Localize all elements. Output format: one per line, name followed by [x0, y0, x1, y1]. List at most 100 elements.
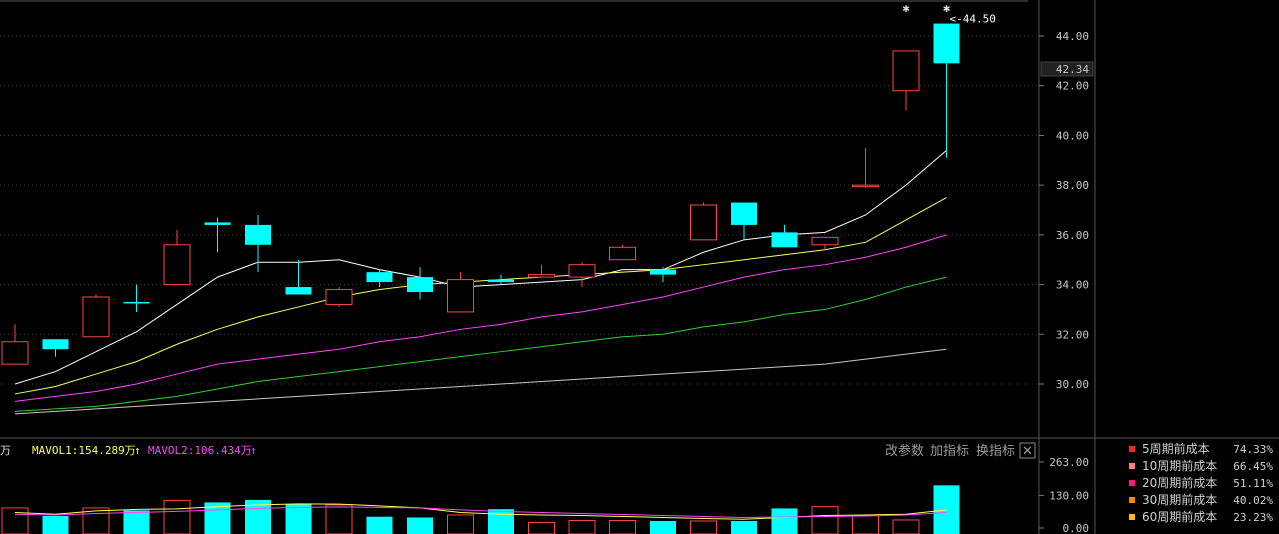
price-grid: [0, 35, 1038, 385]
legend-swatch: [1129, 446, 1135, 452]
legend-swatch: [1129, 514, 1135, 520]
candle-body: [82, 296, 110, 338]
candle: [407, 267, 433, 300]
volume-bar: [690, 520, 717, 534]
candle: [771, 224, 798, 248]
volume-bar: [568, 519, 596, 534]
candle: [42, 339, 69, 357]
legend-swatch: [1129, 480, 1135, 486]
candle: [447, 272, 474, 313]
volume-bar: [366, 516, 393, 534]
candle-body: [528, 274, 555, 278]
legend-label: 20周期前成本: [1142, 475, 1217, 490]
ma-line-1: [14, 197, 947, 395]
volume-ma-lines: [14, 503, 947, 520]
candle: [163, 229, 191, 286]
volume-bar: [731, 520, 757, 534]
volume-unit: 万: [0, 444, 11, 457]
volume-bar: [1, 507, 29, 534]
price-tick-label: 36.00: [1056, 229, 1089, 242]
legend-label: 60周期前成本: [1142, 509, 1217, 524]
candle-body: [892, 50, 920, 92]
candle-body: [650, 269, 676, 275]
legend-label: 10周期前成本: [1142, 458, 1217, 473]
legend-percent: 51.11%: [1233, 477, 1273, 490]
mavol1-label: MAVOL1:154.289万: [32, 444, 136, 457]
price-tick-label: 42.00: [1056, 80, 1089, 93]
legend-swatch: [1129, 497, 1135, 503]
volume-bar: [650, 520, 676, 534]
legend-swatch: [1129, 463, 1135, 469]
switch-indicator-button[interactable]: 换指标: [976, 444, 1015, 459]
candle: [892, 50, 920, 111]
current-price-tag: 42.34: [1040, 61, 1094, 77]
cost-legend-item: 60周期前成本 23.23%: [1129, 509, 1273, 524]
legend-percent: 40.02%: [1233, 494, 1273, 507]
candle: [933, 23, 960, 158]
candle: [609, 244, 636, 261]
volume-bar: [933, 485, 960, 534]
volume-bar: [852, 514, 879, 534]
candle-body: [123, 301, 150, 304]
volume-bar: [163, 499, 191, 534]
candle: [1, 324, 29, 365]
candle-body: [852, 184, 879, 188]
volume-bar: [488, 509, 514, 534]
price-axis: 44.00 42.00 40.00 38.00 36.00 34.00 32.00 30.00: [1039, 30, 1089, 391]
volume-tick-label: 263.00: [1049, 456, 1089, 469]
candle-body: [690, 204, 717, 241]
volume-bar: [528, 521, 555, 534]
legend-label: 30周期前成本: [1142, 492, 1217, 507]
candle-body: [407, 277, 433, 293]
volume-tick-label: 0.00: [1063, 522, 1090, 534]
volume-bar: [285, 504, 312, 534]
volume-bar: [123, 510, 150, 534]
candle-body: [163, 244, 191, 286]
indicator-toolbar: 改参数 加指标 换指标 ✕: [885, 442, 1036, 459]
volume-axis: 263.00 130.00 0.00: [1039, 456, 1089, 534]
price-tick-label: 40.00: [1056, 129, 1089, 142]
cost-legend-item: 20周期前成本 51.11%: [1129, 475, 1273, 490]
volume-bar: [325, 504, 353, 534]
mavol2-arrow: ↑: [250, 444, 257, 457]
price-tick-label: 34.00: [1056, 279, 1089, 292]
candle: [852, 147, 879, 188]
edit-params-button[interactable]: 改参数: [885, 443, 924, 459]
candle-body: [1, 341, 29, 365]
candle: [568, 262, 596, 288]
legend-label: 5周期前成本: [1142, 441, 1210, 456]
candle-body: [731, 202, 757, 225]
candle: [82, 294, 110, 338]
candle-body: [447, 279, 474, 313]
price-markers: ✱ ✱<-44.50: [902, 1, 995, 26]
candle-body: [609, 246, 636, 261]
star-marker: ✱: [902, 1, 909, 15]
candle-body: [325, 289, 353, 305]
candle: [690, 202, 717, 241]
price-tick-label: 44.00: [1056, 30, 1089, 43]
add-indicator-button[interactable]: 加指标: [930, 444, 969, 459]
candle: [528, 264, 555, 278]
legend-percent: 74.33%: [1233, 443, 1273, 456]
cost-legend-item: 5周期前成本 74.33%: [1129, 441, 1273, 456]
candle-body: [366, 272, 393, 283]
price-tick-label: 32.00: [1056, 328, 1089, 341]
candlesticks: [1, 23, 960, 365]
ma-line-3: [14, 276, 947, 412]
price-tick-label: 30.00: [1056, 378, 1089, 391]
stock-chart: 44.00 42.00 40.00 38.00 36.00 34.00 32.00 30.00…: [0, 0, 1279, 534]
ma-line-2: [14, 234, 947, 402]
candle: [488, 274, 514, 285]
legend-percent: 23.23%: [1233, 511, 1273, 524]
candle-body: [933, 23, 960, 64]
candle: [245, 214, 271, 273]
candle-body: [285, 287, 312, 295]
candle: [123, 284, 150, 312]
candle-body: [204, 222, 231, 225]
candle: [731, 202, 757, 240]
volume-bar: [811, 506, 839, 534]
cost-legend-item: 30周期前成本 40.02%: [1129, 492, 1273, 507]
candle-body: [771, 232, 798, 248]
volume-header: 万 MAVOL1:154.289万 ↑ MAVOL2:106.434万 ↑: [0, 444, 257, 457]
candle-body: [245, 224, 271, 245]
